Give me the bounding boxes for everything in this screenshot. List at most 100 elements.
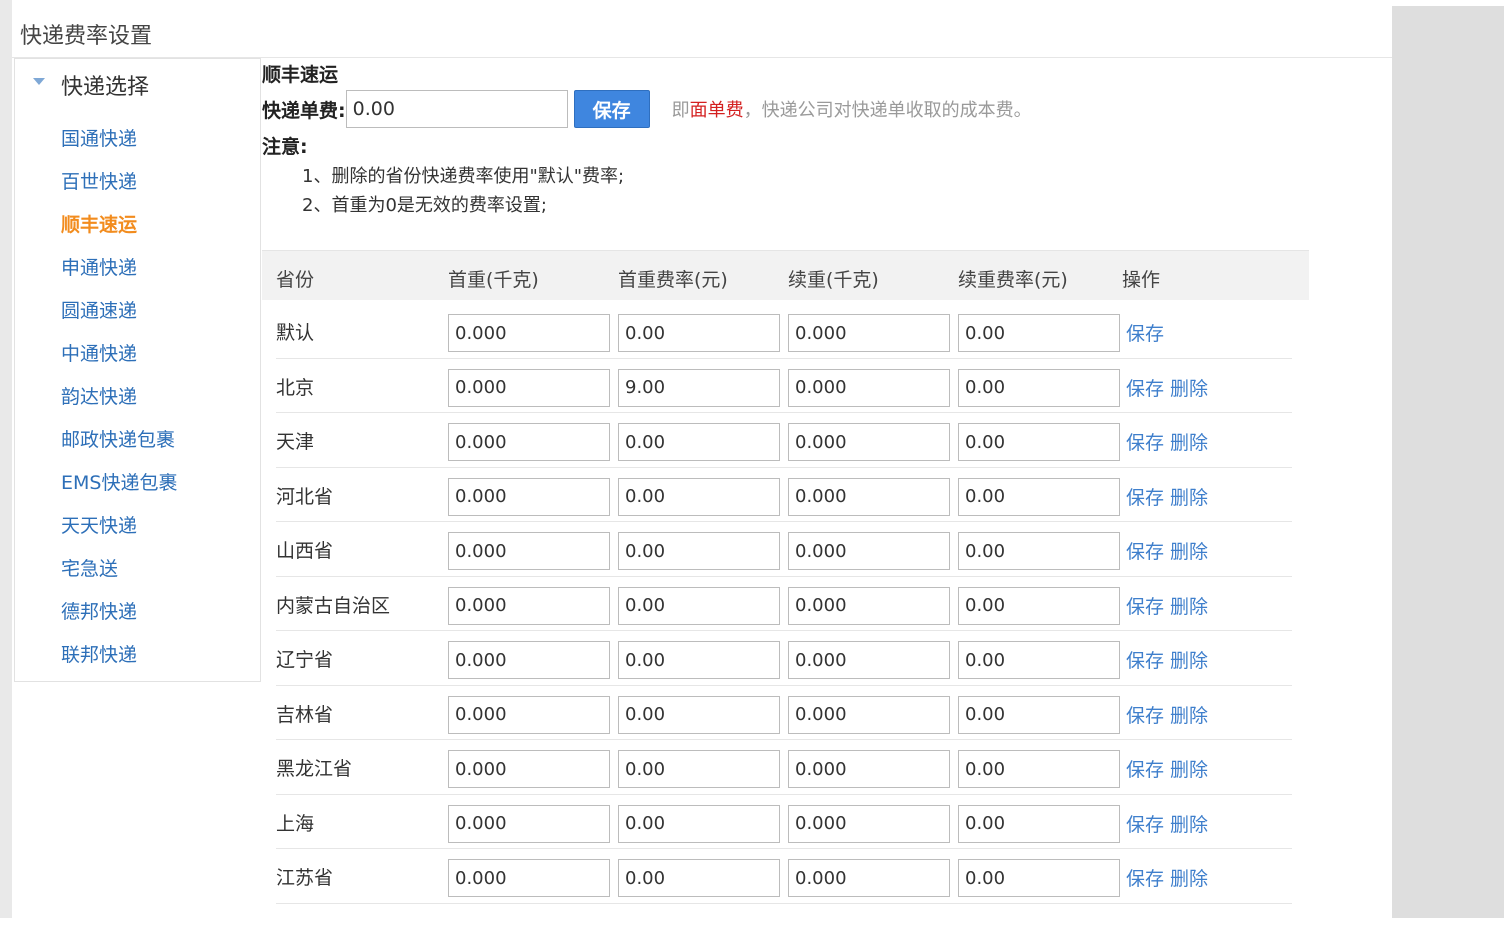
extra-rate-input[interactable] — [958, 804, 1120, 843]
row-delete-link[interactable]: 删除 — [1170, 755, 1208, 782]
first-weight-input[interactable] — [448, 532, 610, 570]
row-save-link[interactable]: 保存 — [1126, 810, 1164, 837]
row-save-link[interactable]: 保存 — [1126, 537, 1164, 564]
sidebar-item[interactable]: 圆通速递 — [61, 291, 177, 334]
row-save-link[interactable]: 保存 — [1126, 701, 1164, 728]
table-row: 北京 保存删除 — [276, 359, 1292, 413]
sidebar-item[interactable]: 联邦快递 — [61, 635, 177, 678]
province-name: 内蒙古自治区 — [276, 594, 391, 617]
table-row: 默认 保存 — [276, 304, 1292, 359]
row-save-link[interactable]: 保存 — [1126, 646, 1164, 673]
row-save-link[interactable]: 保存 — [1126, 755, 1164, 782]
row-delete-link[interactable]: 删除 — [1170, 483, 1208, 510]
sidebar-item[interactable]: 国通快递 — [61, 119, 177, 162]
extra-rate-input[interactable] — [958, 586, 1120, 625]
first-rate-input[interactable] — [618, 750, 780, 788]
row-save-link[interactable]: 保存 — [1126, 428, 1164, 455]
extra-weight-input[interactable] — [788, 586, 950, 625]
row-delete-link[interactable]: 删除 — [1170, 374, 1208, 401]
row-save-link[interactable]: 保存 — [1126, 483, 1164, 510]
first-weight-input[interactable] — [448, 750, 610, 788]
table-row: 上海 保存删除 — [276, 795, 1292, 849]
fee-note: 即面单费，快递公司对快递单收取的成本费。 — [672, 96, 1032, 122]
row-delete-link[interactable]: 删除 — [1170, 864, 1208, 891]
first-weight-input[interactable] — [448, 859, 610, 897]
left-gutter — [0, 0, 12, 918]
extra-weight-input[interactable] — [788, 859, 950, 897]
sidebar-item[interactable]: EMS快递包裹 — [61, 463, 177, 506]
extra-rate-input[interactable] — [958, 477, 1120, 516]
first-rate-input[interactable] — [618, 804, 780, 843]
first-rate-input[interactable] — [618, 586, 780, 625]
caret-down-icon — [33, 77, 45, 85]
extra-rate-input[interactable] — [958, 641, 1120, 679]
fee-note-suffix: ，快递公司对快递单收取的成本费。 — [743, 100, 1032, 121]
first-weight-input[interactable] — [448, 314, 610, 352]
col-extra-rate-header: 续重费率(元) — [958, 269, 1068, 291]
sidebar-item[interactable]: 邮政快递包裹 — [61, 420, 177, 463]
extra-weight-input[interactable] — [788, 804, 950, 843]
first-weight-input[interactable] — [448, 804, 610, 843]
first-weight-input[interactable] — [448, 695, 610, 734]
col-first-weight-header: 首重(千克) — [448, 269, 539, 291]
first-weight-input[interactable] — [448, 423, 610, 461]
table-row: 内蒙古自治区 保存删除 — [276, 577, 1292, 631]
extra-rate-input[interactable] — [958, 859, 1120, 897]
extra-weight-input[interactable] — [788, 532, 950, 570]
sidebar-item[interactable]: 顺丰速运 — [61, 205, 177, 248]
sidebar-item[interactable]: 宅急送 — [61, 549, 177, 592]
province-name: 山西省 — [276, 540, 334, 562]
extra-rate-input[interactable] — [958, 532, 1120, 570]
extra-weight-input[interactable] — [788, 314, 950, 352]
row-save-link[interactable]: 保存 — [1126, 374, 1164, 401]
first-rate-input[interactable] — [618, 423, 780, 461]
extra-weight-input[interactable] — [788, 750, 950, 788]
notice-label: 注意: — [262, 136, 308, 158]
extra-rate-input[interactable] — [958, 314, 1120, 352]
first-weight-input[interactable] — [448, 641, 610, 679]
first-rate-input[interactable] — [618, 314, 780, 352]
first-rate-input[interactable] — [618, 368, 780, 407]
sidebar-item[interactable]: 百世快递 — [61, 162, 177, 205]
row-save-link[interactable]: 保存 — [1126, 864, 1164, 891]
sidebar-item[interactable]: 天天快递 — [61, 506, 177, 549]
extra-rate-input[interactable] — [958, 695, 1120, 734]
first-weight-input[interactable] — [448, 368, 610, 407]
first-rate-input[interactable] — [618, 477, 780, 516]
table-row: 吉林省 保存删除 — [276, 686, 1292, 740]
row-save-link[interactable]: 保存 — [1126, 319, 1164, 346]
extra-weight-input[interactable] — [788, 477, 950, 516]
page-title: 快递费率设置 — [20, 24, 153, 49]
row-delete-link[interactable]: 删除 — [1170, 646, 1208, 673]
right-gray-panel — [1392, 6, 1504, 918]
save-fee-button[interactable]: 保存 — [573, 90, 650, 128]
first-weight-input[interactable] — [448, 477, 610, 516]
extra-rate-input[interactable] — [958, 750, 1120, 788]
first-rate-input[interactable] — [618, 859, 780, 897]
row-delete-link[interactable]: 删除 — [1170, 810, 1208, 837]
extra-weight-input[interactable] — [788, 641, 950, 679]
extra-rate-input[interactable] — [958, 368, 1120, 407]
row-delete-link[interactable]: 删除 — [1170, 537, 1208, 564]
sidebar-header[interactable]: 快递选择 — [33, 69, 149, 101]
sidebar-item[interactable]: 韵达快递 — [61, 377, 177, 420]
first-rate-input[interactable] — [618, 695, 780, 734]
first-weight-input[interactable] — [448, 586, 610, 625]
province-name: 北京 — [276, 376, 315, 399]
row-delete-link[interactable]: 删除 — [1170, 701, 1208, 728]
extra-weight-input[interactable] — [788, 368, 950, 407]
sidebar-header-label: 快递选择 — [61, 75, 150, 100]
sidebar-item[interactable]: 德邦快递 — [61, 592, 177, 635]
row-delete-link[interactable]: 删除 — [1170, 592, 1208, 619]
sidebar-item[interactable]: 中通快递 — [61, 334, 177, 377]
province-name: 默认 — [276, 322, 315, 344]
extra-weight-input[interactable] — [788, 695, 950, 734]
row-save-link[interactable]: 保存 — [1126, 592, 1164, 619]
extra-rate-input[interactable] — [958, 423, 1120, 461]
extra-weight-input[interactable] — [788, 423, 950, 461]
fee-input[interactable] — [345, 90, 568, 128]
first-rate-input[interactable] — [618, 641, 780, 679]
first-rate-input[interactable] — [618, 532, 780, 570]
sidebar-item[interactable]: 申通快递 — [61, 248, 177, 291]
row-delete-link[interactable]: 删除 — [1170, 428, 1208, 455]
